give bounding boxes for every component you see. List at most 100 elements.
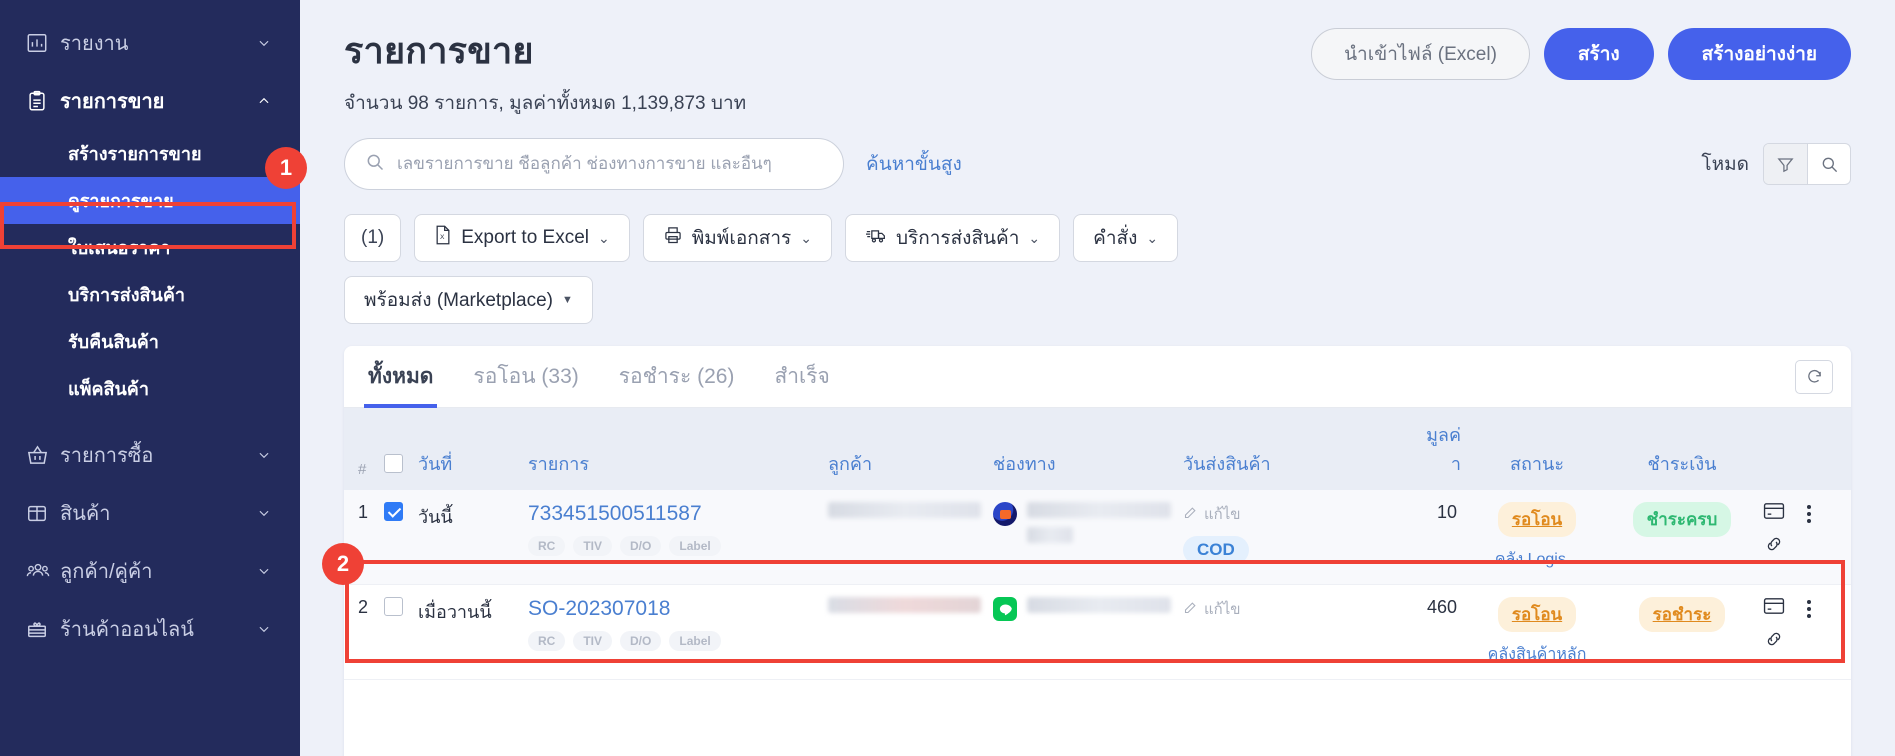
- sidebar-subitem-label: บริการส่งสินค้า: [68, 285, 185, 305]
- tag-tiv[interactable]: TIV: [573, 536, 613, 556]
- row-more-menu-icon[interactable]: [1807, 502, 1811, 523]
- order-number-link[interactable]: SO-202307018: [528, 597, 816, 621]
- search-box[interactable]: [344, 138, 844, 190]
- filter-icon[interactable]: [1764, 144, 1807, 184]
- sidebar-item-quotation[interactable]: ใบเสนอราคา: [0, 224, 300, 271]
- row-checkbox[interactable]: [384, 502, 403, 521]
- row-status: รอโอน คลัง Logis...: [1467, 490, 1607, 585]
- print-documents-button[interactable]: พิมพ์เอกสาร ⌄: [642, 214, 832, 262]
- customer-name-redacted: [828, 502, 981, 518]
- create-simple-button[interactable]: สร้างอย่างง่าย: [1667, 28, 1851, 80]
- sidebar-item-label: สินค้า: [60, 503, 111, 525]
- tag-label[interactable]: Label: [669, 631, 721, 651]
- tab-all[interactable]: ทั้งหมด: [348, 346, 453, 408]
- edit-ship-date-button[interactable]: แก้ไข: [1183, 502, 1371, 526]
- search-mode-icon[interactable]: [1807, 144, 1850, 184]
- row-checkbox[interactable]: [384, 597, 403, 616]
- sidebar-subitem-label: สร้างรายการขาย: [68, 144, 202, 164]
- advanced-search-link[interactable]: ค้นหาขั้นสูง: [866, 149, 962, 179]
- edit-label: แก้ไข: [1204, 506, 1241, 523]
- chevron-down-icon: [256, 36, 272, 50]
- col-date[interactable]: วันที่: [412, 408, 522, 490]
- chevron-down-icon: [256, 448, 272, 462]
- create-button[interactable]: สร้าง: [1543, 28, 1654, 80]
- tag-label[interactable]: Label: [669, 536, 721, 556]
- row-channel: [987, 584, 1177, 680]
- delivery-service-button[interactable]: บริการส่งสินค้า ⌄: [844, 214, 1061, 262]
- link-icon[interactable]: [1764, 534, 1784, 559]
- tab-pending-transfer[interactable]: รอโอน (33): [453, 346, 598, 408]
- import-excel-button[interactable]: นำเข้าไฟล์ (Excel): [1311, 28, 1530, 80]
- col-actions: [1757, 408, 1851, 490]
- selected-count-button[interactable]: (1): [344, 214, 402, 262]
- tag-do[interactable]: D/O: [620, 631, 662, 651]
- edit-ship-date-button[interactable]: แก้ไข: [1183, 597, 1371, 621]
- sidebar-item-returns[interactable]: รับคืนสินค้า: [0, 318, 300, 365]
- row-date: เมื่อวานนี้: [412, 584, 522, 680]
- link-icon[interactable]: [1764, 629, 1784, 654]
- sidebar-item-view-sales[interactable]: ดูรายการขาย: [0, 177, 300, 224]
- sidebar-item-pack-goods[interactable]: แพ็คสินค้า: [0, 365, 300, 412]
- refresh-icon[interactable]: [1795, 359, 1833, 394]
- sidebar-item-create-sale[interactable]: สร้างรายการขาย: [0, 130, 300, 177]
- sidebar-item-reports[interactable]: รายงาน: [0, 14, 300, 72]
- tag-rc[interactable]: RC: [528, 631, 566, 651]
- sidebar-item-purchases[interactable]: รายการซื้อ: [0, 426, 300, 484]
- card-icon[interactable]: [1763, 597, 1785, 620]
- col-value[interactable]: มูลค่ า: [1377, 408, 1467, 490]
- commands-button[interactable]: คำสั่ง ⌄: [1073, 214, 1179, 262]
- chevron-down-icon: ⌄: [1146, 229, 1159, 246]
- marketplace-ready-button[interactable]: พร้อมส่ง (Marketplace) ▼: [344, 276, 593, 324]
- status-badge[interactable]: รอโอน: [1497, 597, 1577, 632]
- payment-badge[interactable]: รอชำระ: [1638, 597, 1726, 632]
- row-more-menu-icon[interactable]: [1807, 597, 1811, 618]
- select-all-checkbox[interactable]: [384, 454, 403, 473]
- status-badge[interactable]: รอโอน: [1497, 502, 1577, 537]
- row-select-cell: [378, 584, 412, 680]
- col-channel[interactable]: ช่องทาง: [987, 408, 1177, 490]
- toolbar-row-1: (1) X Export to Excel ⌄ พิมพ์เอกสาร ⌄ บร…: [300, 190, 1895, 262]
- col-value-line1: มูลค่: [1426, 425, 1461, 445]
- export-to-excel-button[interactable]: X Export to Excel ⌄: [414, 214, 630, 262]
- row-actions-group: [1763, 597, 1851, 654]
- page-header: รายการขาย จำนวน 98 รายการ, มูลค่าทั้งหมด…: [300, 0, 1895, 118]
- sidebar-item-delivery-service[interactable]: บริการส่งสินค้า: [0, 271, 300, 318]
- callout-badge-1: 1: [265, 147, 307, 189]
- row-actions-group: [1763, 502, 1851, 559]
- col-order[interactable]: รายการ: [522, 408, 822, 490]
- page-subtitle: จำนวน 98 รายการ, มูลค่าทั้งหมด 1,139,873…: [344, 93, 747, 114]
- status-warehouse-link[interactable]: คลัง Logis...: [1473, 547, 1601, 572]
- payment-badge[interactable]: ชำระครบ: [1632, 502, 1732, 537]
- sidebar-item-label: รายงาน: [60, 33, 129, 55]
- tag-tiv[interactable]: TIV: [573, 631, 613, 651]
- search-input[interactable]: [397, 154, 823, 174]
- chevron-down-icon: ⌄: [800, 229, 812, 246]
- sidebar-subitem-label: รับคืนสินค้า: [68, 332, 159, 352]
- tag-rc[interactable]: RC: [528, 536, 566, 556]
- channel-cell: [993, 597, 1171, 621]
- sidebar-item-label: รายการซื้อ: [60, 445, 154, 467]
- sidebar-item-products[interactable]: สินค้า: [0, 484, 300, 542]
- tab-label: สำเร็จ: [774, 365, 830, 388]
- tab-pending-payment[interactable]: รอชำระ (26): [599, 346, 755, 408]
- status-warehouse-link[interactable]: คลังสินค้าหลัก: [1473, 642, 1601, 667]
- order-number-link[interactable]: 733451500511587: [528, 502, 816, 526]
- table-row[interactable]: 1 วันนี้ 733451500511587 RC TIV D/O Labe…: [344, 490, 1851, 585]
- col-customer[interactable]: ลูกค้า: [822, 408, 987, 490]
- table-header-row: # วันที่ รายการ ลูกค้า ช่องทาง วันส่งสิน…: [344, 408, 1851, 490]
- sidebar: รายงาน รายการขาย สร้างรายการขาย ดูรายการ…: [0, 0, 300, 756]
- edit-icon: [1183, 600, 1198, 619]
- sidebar-item-sales[interactable]: รายการขาย: [0, 72, 300, 130]
- col-status[interactable]: สถานะ: [1467, 408, 1607, 490]
- tab-completed[interactable]: สำเร็จ: [754, 346, 849, 408]
- tag-do[interactable]: D/O: [620, 536, 662, 556]
- table-row[interactable]: 2 เมื่อวานนี้ SO-202307018 RC TIV D/O La…: [344, 584, 1851, 680]
- card-icon[interactable]: [1763, 502, 1785, 525]
- row-payment: ชำระครบ: [1607, 490, 1757, 585]
- row-customer: [822, 490, 987, 585]
- sidebar-item-online-store[interactable]: ร้านค้าออนไลน์: [0, 600, 300, 658]
- col-ship-date[interactable]: วันส่งสินค้า: [1177, 408, 1377, 490]
- col-payment[interactable]: ชำระเงิน: [1607, 408, 1757, 490]
- search-row: ค้นหาขั้นสูง โหมด: [300, 118, 1895, 190]
- sidebar-item-customers-partners[interactable]: ลูกค้า/คู่ค้า: [0, 542, 300, 600]
